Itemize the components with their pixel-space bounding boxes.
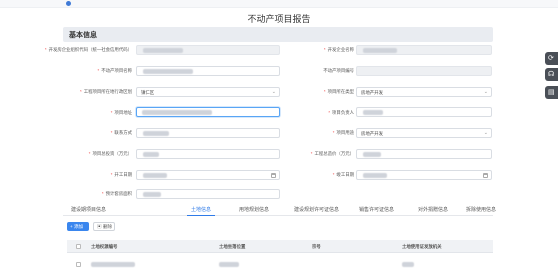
project-address-field[interactable]: [136, 107, 280, 117]
report-page: 不动产项目报告 基本信息 开发房企业组织代码（统一社会信用代码） 开发企业名称 …: [0, 0, 558, 271]
section-header: 基本信息: [63, 27, 493, 42]
column-header: 宗号: [312, 244, 321, 249]
headset-icon: ☊: [548, 71, 555, 78]
masked-cell: [402, 262, 414, 267]
project-name-label: 不动产项目名称: [40, 68, 132, 74]
delete-label: 删除: [102, 224, 113, 229]
project-manager-field[interactable]: [356, 107, 492, 117]
project-address-label: 项目地址: [40, 110, 132, 116]
tab-sales-permit-info[interactable]: 销售许可证信息: [359, 206, 394, 213]
end-date-label: 竣工日期: [262, 172, 354, 178]
masked-cell: [91, 262, 135, 267]
select-all-checkbox[interactable]: [76, 244, 81, 249]
delete-button[interactable]: ▣ 删除: [93, 222, 115, 231]
tab-land-planning-info[interactable]: 用地规划信息: [239, 206, 269, 213]
refresh-button[interactable]: ⟳: [545, 52, 558, 65]
end-date-picker[interactable]: [356, 170, 492, 180]
top-bar: [0, 0, 558, 8]
table-header: 土地权源编号 土地坐落位置 宗号 土地使用证发放机关: [67, 240, 493, 253]
masked-cell: [219, 262, 239, 267]
project-code-field[interactable]: [356, 66, 492, 76]
app-logo[interactable]: [66, 1, 71, 6]
add-button[interactable]: + 添加: [67, 222, 89, 231]
tab-construction-permit-info[interactable]: 建设规划许可证信息: [294, 206, 339, 213]
chevron-down-icon: ⌄: [483, 130, 488, 136]
region-label: 工程项目所在地行政区划: [40, 89, 132, 95]
total-area-field[interactable]: [136, 189, 280, 199]
document-icon: ▤: [548, 89, 555, 96]
project-type-label: 项目所在类型: [262, 89, 354, 95]
column-header: 土地坐落位置: [219, 244, 246, 249]
project-manager-label: 项目负责人: [262, 110, 354, 116]
refresh-icon: ⟳: [548, 55, 554, 62]
column-header: 土地使用证发放机关: [402, 244, 442, 249]
dev-unit-name-label: 开发企业名称: [262, 47, 354, 53]
active-tab-indicator: [187, 215, 215, 216]
dev-unit-name-field[interactable]: [356, 45, 492, 55]
tab-demolition-info[interactable]: 拆除使用信息: [466, 206, 496, 213]
contact-label: 联系方式: [40, 130, 132, 136]
total-investment-field[interactable]: [136, 149, 280, 159]
document-button[interactable]: ▤: [545, 86, 558, 99]
project-cost-label: 工程总造价（万元）: [262, 151, 354, 157]
project-use-value: 房地产开发: [361, 131, 383, 136]
start-date-label: 开工日期: [40, 172, 132, 178]
region-select[interactable]: 镇仁区 ⌄: [136, 87, 280, 97]
project-use-label: 项目用途: [262, 130, 354, 136]
page-title: 不动产项目报告: [247, 14, 311, 24]
chevron-down-icon: ⌄: [483, 89, 488, 95]
project-cost-field[interactable]: [356, 149, 492, 159]
project-code-label: 不动产项目编号: [323, 68, 354, 73]
section-title: 基本信息: [69, 32, 97, 39]
total-investment-label: 项目总投资（万元）: [40, 151, 132, 157]
dev-unit-code-field[interactable]: [136, 45, 280, 55]
project-type-value: 房地产开发: [361, 90, 383, 95]
tab-bar: 建设期项目信息 土地信息 用地规划信息 建设规划许可证信息 销售许可证信息 对外…: [63, 204, 496, 216]
table-row[interactable]: [67, 253, 493, 271]
support-button[interactable]: ☊: [545, 68, 558, 81]
tab-construction-info[interactable]: 建设期项目信息: [71, 206, 106, 213]
start-date-picker[interactable]: [136, 170, 280, 180]
tab-land-info[interactable]: 土地信息: [191, 206, 211, 213]
project-use-select[interactable]: 房地产开发 ⌄: [356, 128, 492, 138]
calendar-icon: [483, 173, 488, 178]
total-area-label: 预计套房面积: [40, 191, 132, 197]
region-value: 镇仁区: [141, 90, 155, 95]
dev-unit-code-label: 开发房企业组织代码（统一社会信用代码）: [40, 47, 132, 53]
tab-donation-info[interactable]: 对外捐赠信息: [418, 206, 448, 213]
row-checkbox[interactable]: [76, 262, 81, 267]
column-header: 土地权源编号: [91, 244, 118, 249]
contact-field[interactable]: [136, 128, 280, 138]
project-name-field[interactable]: [136, 66, 280, 76]
project-type-select[interactable]: 房地产开发 ⌄: [356, 87, 492, 97]
